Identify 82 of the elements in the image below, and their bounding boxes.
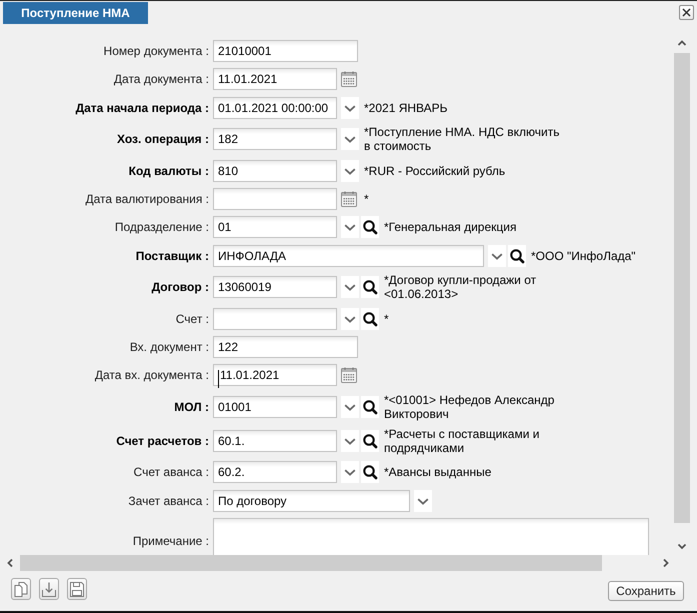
dropdown-field[interactable]: По договору: [213, 490, 410, 512]
chevron-down-icon[interactable]: [341, 276, 359, 298]
search-icon[interactable]: [361, 396, 379, 418]
chevron-down-icon[interactable]: [341, 461, 359, 484]
field-description: *2021 ЯНВАРЬ: [364, 100, 448, 115]
chevron-down-icon[interactable]: [341, 160, 359, 182]
field-label: Договор :: [152, 280, 209, 294]
lookup-field[interactable]: 60.1.: [213, 430, 337, 452]
lookup-field[interactable]: 60.2.: [213, 461, 337, 484]
scrollbar-thumb[interactable]: [674, 53, 690, 523]
close-icon: [682, 8, 691, 17]
close-button[interactable]: [679, 5, 694, 20]
text-field[interactable]: 21010001: [213, 40, 358, 62]
lookup-field[interactable]: ИНФОЛАДА: [213, 244, 484, 267]
chevron-down-icon[interactable]: [414, 490, 432, 512]
chevron-left-icon[interactable]: [6, 558, 14, 568]
field-label: Хоз. операция :: [117, 132, 209, 146]
field-label: Дата документа :: [114, 72, 209, 86]
search-icon[interactable]: [361, 276, 379, 298]
notes-field[interactable]: [213, 518, 649, 555]
toolbar-button[interactable]: [39, 578, 59, 600]
field-label: Дата начала периода :: [76, 100, 209, 115]
copy-icon: [13, 580, 29, 598]
field-description: *Расчеты с поставщиками и подрядчиками: [384, 427, 540, 456]
field-description: *: [364, 192, 369, 206]
field-label: Зачет аванса :: [128, 494, 209, 508]
field-label: Подразделение :: [114, 220, 209, 234]
chevron-down-icon[interactable]: [676, 541, 686, 551]
window-title-tab[interactable]: Поступление НМА: [3, 2, 148, 24]
download-icon: [41, 580, 57, 598]
chevron-right-icon[interactable]: [662, 558, 670, 568]
field-label: Счет аванса :: [134, 465, 209, 480]
search-icon[interactable]: [508, 244, 526, 267]
save-button[interactable]: Сохранить: [608, 581, 684, 601]
lookup-field[interactable]: [213, 308, 337, 330]
date-field[interactable]: [213, 188, 337, 210]
field-label: Дата валютирования :: [85, 192, 209, 206]
dropdown-field[interactable]: 810: [213, 160, 337, 182]
lookup-field[interactable]: 13060019: [213, 276, 337, 298]
chevron-down-icon[interactable]: [341, 430, 359, 452]
calendar-icon[interactable]: [341, 367, 357, 384]
search-icon[interactable]: [361, 308, 379, 330]
date-field[interactable]: 11.01.2021: [213, 364, 337, 386]
field-label: МОЛ :: [174, 400, 209, 414]
toolbar-button[interactable]: [67, 578, 87, 600]
field-label: Поставщик :: [136, 248, 209, 263]
field-description: *<01001> Нефедов Александр Викторович: [384, 392, 556, 421]
field-label: Счет расчетов :: [116, 434, 209, 448]
dropdown-field[interactable]: 01.01.2021 00:00:00: [213, 96, 337, 119]
text-field[interactable]: 122: [213, 336, 358, 358]
chevron-up-icon[interactable]: [676, 38, 686, 48]
lookup-field[interactable]: 01: [213, 216, 337, 238]
field-description: *RUR - Российский рубль: [364, 164, 506, 178]
dropdown-field[interactable]: 182: [213, 128, 337, 150]
search-icon[interactable]: [361, 461, 379, 484]
search-icon[interactable]: [361, 216, 379, 238]
field-description: *Договор купли-продажи от <01.06.2013>: [384, 273, 538, 302]
lookup-field[interactable]: 01001: [213, 396, 337, 418]
field-label: Дата вх. документа :: [94, 368, 209, 382]
chevron-down-icon[interactable]: [341, 216, 359, 238]
field-label: Счет :: [176, 312, 209, 326]
chevron-down-icon[interactable]: [341, 96, 359, 119]
chevron-down-icon[interactable]: [488, 244, 506, 267]
field-label: Примечание :: [132, 534, 209, 548]
field-description: *: [384, 312, 389, 326]
chevron-down-icon[interactable]: [341, 396, 359, 418]
calendar-icon[interactable]: [341, 71, 357, 88]
field-label: Вх. документ :: [130, 340, 209, 354]
save-icon: [69, 580, 85, 598]
field-description: *Авансы выданные: [384, 465, 492, 480]
date-field[interactable]: 11.01.2021: [213, 68, 337, 90]
chevron-down-icon[interactable]: [341, 308, 359, 330]
calendar-icon[interactable]: [341, 190, 357, 207]
field-description: *Генеральная дирекция: [384, 220, 516, 234]
field-label: Номер документа :: [104, 44, 209, 58]
scrollbar-thumb[interactable]: [20, 555, 602, 571]
field-description: *Поступление НМА. НДС включить в стоимость: [364, 125, 560, 154]
field-description: *ООО "ИнфоЛада": [531, 248, 636, 263]
toolbar-button[interactable]: [11, 578, 31, 600]
chevron-down-icon[interactable]: [341, 128, 359, 150]
field-label: Код валюты :: [128, 164, 209, 178]
search-icon[interactable]: [361, 430, 379, 452]
